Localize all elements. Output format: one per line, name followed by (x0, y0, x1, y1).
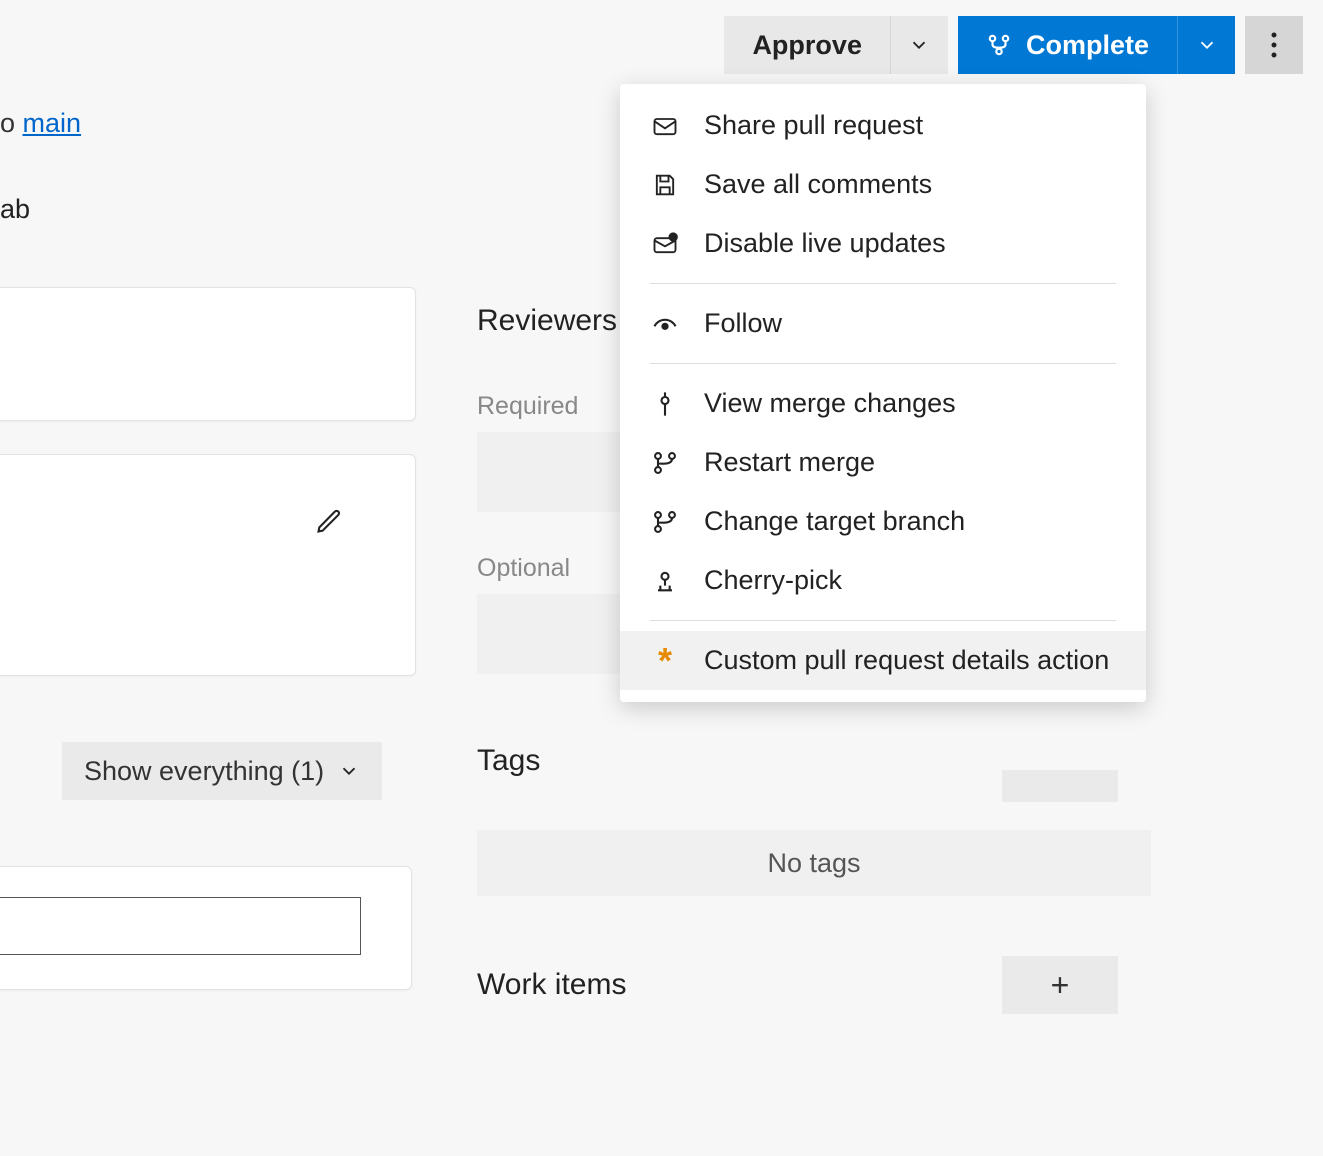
mail-icon (650, 111, 680, 141)
chevron-down-icon (1196, 34, 1218, 56)
approve-dropdown-caret[interactable] (890, 16, 948, 74)
add-work-item-button[interactable]: + (1002, 956, 1118, 1014)
reviewers-heading: Reviewers (477, 304, 617, 338)
comment-card (0, 866, 412, 990)
menu-disable-live[interactable]: Disable live updates (620, 214, 1146, 273)
chevron-down-icon (908, 34, 930, 56)
show-everything-label: Show everything (1) (84, 756, 324, 787)
pencil-icon (315, 507, 343, 535)
menu-change-target[interactable]: Change target branch (620, 492, 1146, 551)
menu-restart-merge[interactable]: Restart merge (620, 433, 1146, 492)
no-tags-text: No tags (767, 848, 860, 879)
live-updates-icon (650, 229, 680, 259)
complete-split-button: Complete (958, 16, 1235, 74)
more-actions-menu: Share pull request Save all comments Dis… (620, 84, 1146, 702)
description-card (0, 287, 416, 421)
tab-fragment: ab (0, 194, 30, 225)
plus-icon: + (1051, 967, 1070, 1004)
target-branch-text: o main (0, 108, 81, 139)
approve-label: Approve (752, 30, 862, 61)
menu-separator (650, 283, 1116, 284)
cherry-pick-icon (650, 566, 680, 596)
pr-action-toolbar: Approve Complete (724, 16, 1303, 74)
approve-button[interactable]: Approve (724, 16, 890, 74)
more-vertical-icon (1271, 32, 1277, 58)
complete-dropdown-caret[interactable] (1177, 16, 1235, 74)
menu-view-merge[interactable]: View merge changes (620, 374, 1146, 433)
menu-custom-action[interactable]: * Custom pull request details action (620, 631, 1146, 690)
edit-button[interactable] (315, 507, 343, 535)
tags-heading: Tags (477, 744, 540, 778)
menu-cherry-pick[interactable]: Cherry-pick (620, 551, 1146, 610)
summary-card (0, 454, 416, 676)
chevron-down-icon (338, 760, 360, 782)
save-icon (650, 170, 680, 200)
menu-follow[interactable]: Follow (620, 294, 1146, 353)
work-items-heading: Work items (477, 968, 626, 1002)
menu-separator (650, 363, 1116, 364)
required-label: Required (477, 392, 578, 421)
branch-icon (650, 507, 680, 537)
show-everything-filter[interactable]: Show everything (1) (62, 742, 382, 800)
follow-icon (650, 309, 680, 339)
menu-share-pr[interactable]: Share pull request (620, 96, 1146, 155)
approve-split-button: Approve (724, 16, 948, 74)
complete-button[interactable]: Complete (958, 16, 1177, 74)
complete-label: Complete (1026, 30, 1149, 61)
tags-empty-block[interactable]: No tags (477, 830, 1151, 896)
menu-save-comments[interactable]: Save all comments (620, 155, 1146, 214)
target-branch-link[interactable]: main (23, 108, 82, 138)
asterisk-icon: * (650, 646, 680, 676)
optional-label: Optional (477, 554, 570, 583)
comment-input[interactable] (0, 897, 361, 955)
more-actions-button[interactable] (1245, 16, 1303, 74)
branch-icon (986, 32, 1012, 58)
add-tag-button-partial[interactable] (1002, 770, 1118, 802)
branch-icon (650, 448, 680, 478)
commit-icon (650, 389, 680, 419)
menu-separator (650, 620, 1116, 621)
